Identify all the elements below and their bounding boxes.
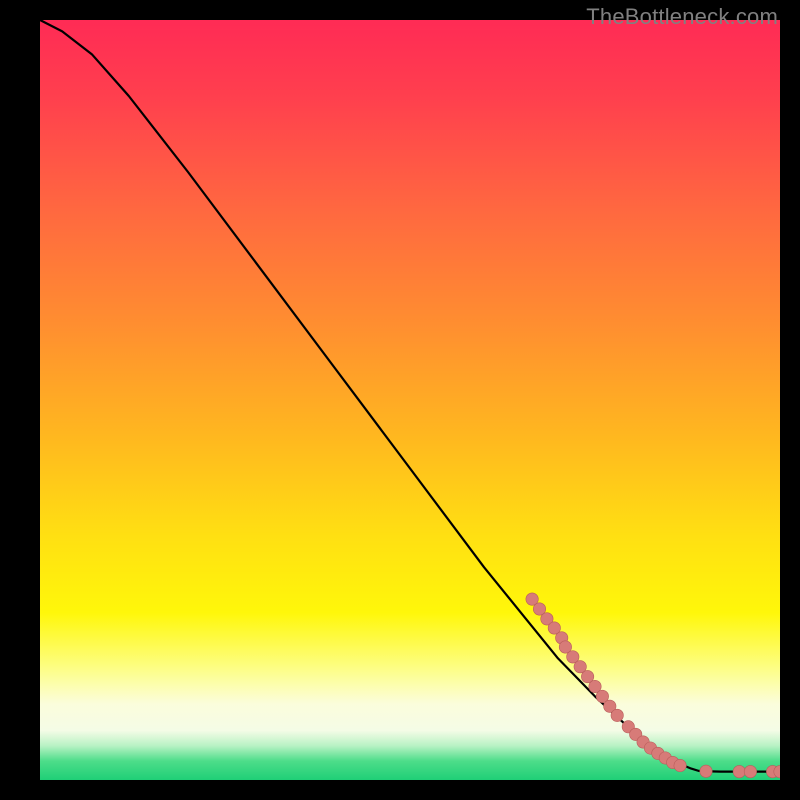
data-marker xyxy=(611,709,623,721)
data-marker xyxy=(674,759,686,771)
data-marker xyxy=(744,765,756,777)
watermark-label: TheBottleneck.com xyxy=(586,4,778,30)
plot-area xyxy=(40,20,780,780)
chart-svg xyxy=(40,20,780,780)
data-marker xyxy=(733,765,745,777)
data-marker xyxy=(700,765,712,777)
chart-frame: TheBottleneck.com xyxy=(0,0,800,800)
gradient-background xyxy=(40,20,780,780)
